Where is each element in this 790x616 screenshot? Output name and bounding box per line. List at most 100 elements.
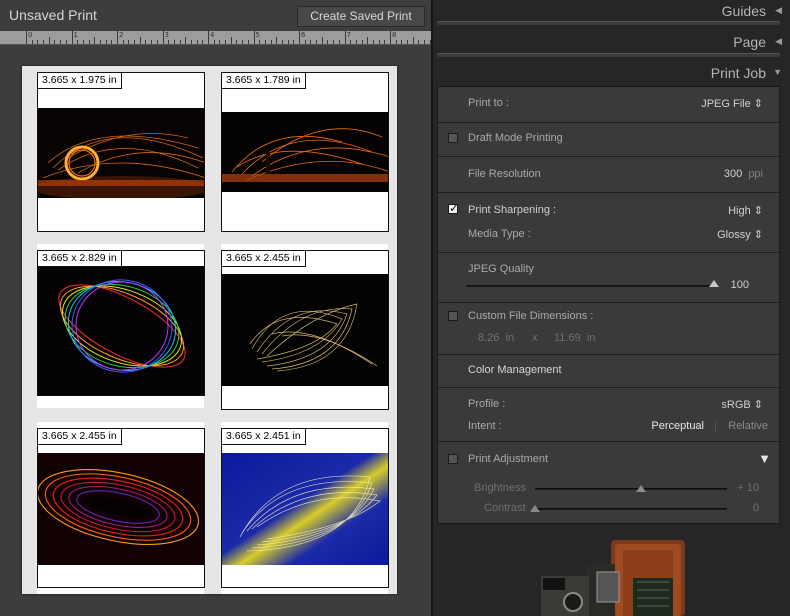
collapse-triangle-icon[interactable]: ◀: [775, 5, 782, 16]
print-to-select[interactable]: JPEG File ⇕: [701, 97, 763, 110]
intent-perceptual-option[interactable]: Perceptual: [651, 420, 704, 432]
ruler-number: 7: [346, 31, 351, 39]
brightness-slider-track[interactable]: [535, 488, 727, 490]
image-cell[interactable]: 3.665 x 2.451 in: [221, 428, 389, 588]
ruler-tick: [424, 40, 426, 44]
ruler-tick: [242, 40, 244, 44]
custom-dimensions-label: Custom File Dimensions :: [468, 310, 594, 322]
ruler-tick: [333, 40, 335, 44]
ruler-tick: [145, 40, 147, 44]
ruler-tick: [367, 37, 369, 44]
ruler-tick: [316, 40, 318, 44]
expand-triangle-icon[interactable]: ▼: [773, 67, 782, 77]
print-preview-area: Unsaved Print Create Saved Print 0 1 2 3 4 5 6…: [0, 0, 431, 616]
profile-select[interactable]: sRGB ⇕: [721, 398, 763, 411]
photo-golden-ribbon: [222, 274, 388, 386]
ruler-tick: [65, 40, 67, 44]
intent-relative-option[interactable]: Relative: [728, 420, 768, 432]
print-adjustment-label: Print Adjustment: [468, 453, 549, 465]
divider: [438, 387, 779, 388]
contrast-slider-track[interactable]: [535, 508, 727, 510]
document-title: Unsaved Print: [9, 7, 97, 23]
right-panel: Guides ◀ Page ◀ Print Job ▼ Print to : J…: [431, 0, 790, 616]
ruler-tick: [134, 40, 136, 44]
ruler-tick: [321, 37, 323, 44]
section-divider: [437, 53, 780, 57]
guides-label: Guides: [721, 3, 766, 19]
photo-red-spiral: [38, 453, 204, 565]
image-cell[interactable]: 3.665 x 1.789 in: [221, 72, 389, 232]
ruler: 0 1 2 3 4 5 6 7 8: [0, 30, 431, 45]
draft-mode-checkbox[interactable]: [448, 133, 458, 143]
print-sharpening-select[interactable]: High ⇕: [728, 204, 763, 217]
ruler-tick: [338, 40, 340, 44]
contrast-slider-thumb[interactable]: [530, 505, 540, 512]
photo-yellow-blue-ribbon: [222, 453, 388, 565]
intent-label: Intent :: [468, 420, 502, 432]
custom-height-field[interactable]: 11.69 in: [554, 332, 595, 344]
intent-divider: |: [714, 420, 717, 432]
ruler-tick: [418, 40, 420, 44]
ruler-tick: [43, 40, 45, 44]
print-job-label: Print Job: [710, 65, 766, 81]
print-adjustment-checkbox[interactable]: [448, 454, 458, 464]
ruler-tick: [355, 40, 357, 44]
ruler-tick: [293, 40, 295, 44]
ruler-number: 1: [73, 31, 78, 39]
image-cell[interactable]: 3.665 x 2.829 in: [37, 250, 205, 396]
custom-dimensions-checkbox[interactable]: [448, 311, 458, 321]
custom-width-field[interactable]: 8.26 in: [478, 332, 514, 344]
contrast-value[interactable]: 0: [753, 502, 759, 514]
brightness-slider-thumb[interactable]: [635, 485, 646, 492]
image-cell[interactable]: 3.665 x 2.455 in: [37, 428, 205, 588]
ruler-tick: [225, 40, 227, 44]
dimension-label: 3.665 x 2.451 in: [222, 429, 306, 445]
decorative-camera-image: [533, 534, 703, 616]
ruler-tick: [287, 40, 289, 44]
dimension-label: 3.665 x 1.975 in: [38, 73, 122, 89]
image-cell[interactable]: 3.665 x 1.975 in: [37, 72, 205, 232]
margin-guide: [388, 66, 397, 594]
ruler-tick: [407, 40, 409, 44]
create-saved-print-button[interactable]: Create Saved Print: [297, 6, 425, 27]
ruler-tick: [94, 37, 96, 44]
file-resolution-value[interactable]: 300 ppi: [724, 168, 763, 180]
jpeg-quality-label: JPEG Quality: [468, 263, 535, 275]
media-type-select[interactable]: Glossy ⇕: [717, 228, 763, 241]
image-cell[interactable]: 3.665 x 2.455 in: [221, 250, 389, 410]
ruler-tick: [190, 40, 192, 44]
divider: [438, 122, 779, 123]
print-sharpening-checkbox[interactable]: [448, 201, 459, 215]
ruler-tick: [128, 40, 130, 44]
jpeg-quality-slider-thumb[interactable]: [709, 280, 719, 287]
divider: [438, 302, 779, 303]
photo-orange-ring: [38, 108, 204, 200]
ruler-tick: [327, 40, 329, 44]
jpeg-quality-value[interactable]: 100: [731, 279, 749, 291]
ruler-tick: [54, 40, 56, 44]
ruler-tick: [213, 40, 215, 44]
ruler-tick: [372, 40, 374, 44]
collapse-triangle-icon[interactable]: ◀: [775, 36, 782, 47]
ruler-number: 0: [28, 31, 33, 39]
ruler-tick: [264, 40, 266, 44]
divider: [438, 192, 779, 193]
page-label: Page: [733, 34, 766, 50]
ruler-tick: [151, 40, 153, 44]
print-job-section-header[interactable]: Print Job ▼: [437, 62, 790, 88]
ruler-tick: [117, 30, 118, 44]
disclosure-triangle-icon[interactable]: ▼: [758, 451, 771, 466]
ruler-number: 8: [392, 31, 397, 39]
ruler-number: 5: [255, 31, 260, 39]
jpeg-quality-slider-track[interactable]: [466, 285, 714, 287]
ruler-tick: [390, 30, 391, 44]
ruler-tick: [401, 40, 403, 44]
ruler-tick: [31, 40, 33, 44]
ruler-tick: [208, 30, 209, 44]
brightness-value[interactable]: + 10: [737, 482, 759, 494]
ruler-tick: [378, 40, 380, 44]
ruler-tick: [259, 40, 261, 44]
ruler-tick: [162, 30, 164, 44]
ruler-tick: [202, 40, 204, 44]
ruler-number: 3: [164, 31, 169, 39]
